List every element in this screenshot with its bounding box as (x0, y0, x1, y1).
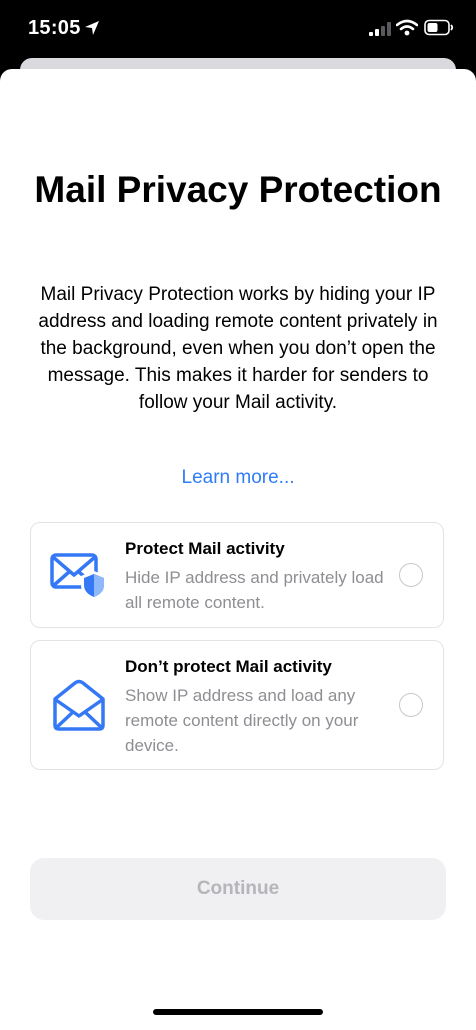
home-indicator (153, 1009, 323, 1015)
page-title: Mail Privacy Protection (34, 169, 442, 210)
status-time: 15:05 (28, 17, 81, 39)
status-bar: 15:05 (0, 0, 476, 60)
option-title: Don’t protect Mail activity (125, 657, 332, 676)
option-protect-mail-activity[interactable]: Protect Mail activity Hide IP address an… (30, 522, 444, 628)
cellular-signal-icon (369, 22, 391, 36)
open-envelope-icon (53, 679, 105, 731)
option-dont-protect-mail-activity[interactable]: Don’t protect Mail activity Show IP addr… (30, 640, 444, 770)
description-text: Mail Privacy Protection works by hiding … (38, 284, 438, 413)
envelope-shield-icon (50, 553, 107, 600)
radio-button[interactable] (399, 563, 423, 587)
option-title: Protect Mail activity (125, 539, 285, 558)
continue-button[interactable]: Continue (30, 858, 446, 920)
location-arrow-icon (85, 21, 99, 35)
option-subtitle: Hide IP address and privately load all r… (125, 568, 384, 612)
option-subtitle: Show IP address and load any remote cont… (125, 686, 359, 755)
radio-button[interactable] (399, 693, 423, 717)
learn-more-link[interactable]: Learn more... (30, 467, 446, 489)
battery-icon (424, 19, 454, 36)
wifi-icon (396, 19, 418, 36)
